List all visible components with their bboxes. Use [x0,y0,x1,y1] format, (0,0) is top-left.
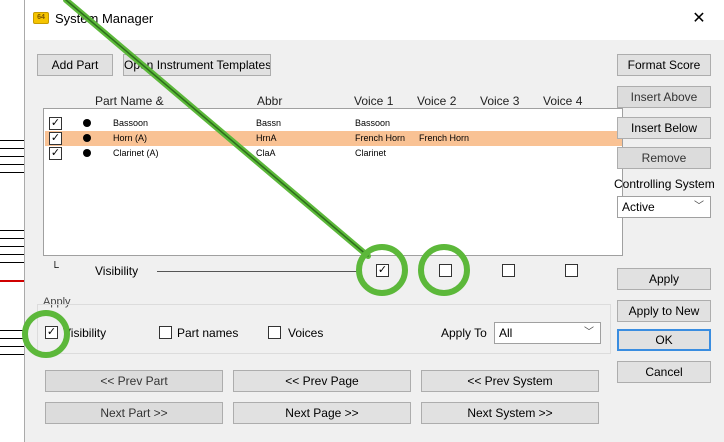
part-name: Horn (A) [113,133,148,143]
chevron-down-icon: ﹀ [584,327,594,338]
apply-visibility-checkbox[interactable]: ✓ [45,326,58,339]
apply-button[interactable]: Apply [617,268,711,290]
table-row[interactable]: ✓ Bassoon Bassn Bassoon [45,116,622,131]
close-icon[interactable]: ✕ [689,8,709,28]
prev-part-button[interactable]: << Prev Part [45,370,223,392]
bullet-icon [83,134,91,142]
controlling-system-value: Active [622,200,655,214]
next-system-button[interactable]: Next System >> [421,402,599,424]
apply-to-new-button[interactable]: Apply to New [617,300,711,322]
system-manager-dialog: 64 System Manager ✕ Add Part Open Instru… [24,0,724,442]
visibility-row-label: Visibility [95,264,139,278]
bullet-icon [83,119,91,127]
column-header-voice2: Voice 2 [417,94,457,108]
part-visible-checkbox[interactable]: ✓ [49,117,62,130]
column-header-voice3: Voice 3 [480,94,520,108]
part-voice2: French Horn [419,133,470,143]
visibility-divider [157,271,357,272]
apply-part-names-label: Part names [177,326,239,340]
apply-voices-checkbox[interactable] [268,326,281,339]
part-voice1: Bassoon [355,118,391,128]
remove-button[interactable]: Remove [617,147,711,169]
column-header-abbr: Abbr [257,94,283,108]
insert-below-button[interactable]: Insert Below [617,117,711,139]
ok-button[interactable]: OK [617,329,711,351]
voice3-visibility-checkbox[interactable] [502,264,515,277]
cancel-button[interactable]: Cancel [617,361,711,383]
title-bar: 64 System Manager ✕ [25,0,724,40]
part-visible-checkbox[interactable]: ✓ [49,132,62,145]
column-header-part-name: Part Name & [95,94,164,108]
part-abbr: Bassn [256,118,282,128]
table-row[interactable]: ✓ Clarinet (A) ClaA Clarinet [45,146,622,161]
next-page-button[interactable]: Next Page >> [233,402,411,424]
chevron-down-icon: ﹀ [694,201,704,212]
column-header-voice4: Voice 4 [543,94,583,108]
tree-corner-icon: └ [51,262,59,274]
format-score-button[interactable]: Format Score [617,54,711,76]
voice1-visibility-checkbox[interactable]: ✓ [376,264,389,277]
part-abbr: HrnA [256,133,277,143]
apply-to-select[interactable]: All ﹀ [494,322,601,344]
window-title: System Manager [55,11,154,26]
part-visible-checkbox[interactable]: ✓ [49,147,62,160]
insert-above-button[interactable]: Insert Above [617,86,711,108]
apply-to-value: All [499,326,513,340]
bullet-icon [83,149,91,157]
next-part-button[interactable]: Next Part >> [45,402,223,424]
open-instrument-templates-button[interactable]: Open Instrument Templates [123,54,271,76]
column-header-voice1: Voice 1 [354,94,394,108]
part-voice1: French Horn [355,133,406,143]
parts-list[interactable]: ✓ Bassoon Bassn Bassoon ✓ Horn (A) HrnA … [43,108,623,256]
sibelius-icon: 64 [33,12,49,24]
voice2-visibility-checkbox[interactable] [439,264,452,277]
prev-page-button[interactable]: << Prev Page [233,370,411,392]
part-name: Bassoon [113,118,149,128]
controlling-system-label: Controlling System [614,177,715,191]
part-voice1: Clarinet [355,148,387,158]
apply-voices-label: Voices [288,326,324,340]
part-abbr: ClaA [256,148,276,158]
part-name: Clarinet (A) [113,148,159,158]
add-part-button[interactable]: Add Part [37,54,113,76]
apply-visibility-label: Visibility [63,326,107,340]
table-row[interactable]: ✓ Horn (A) HrnA French Horn French Horn [45,131,622,146]
controlling-system-select[interactable]: Active ﹀ [617,196,711,218]
prev-system-button[interactable]: << Prev System [421,370,599,392]
apply-to-label: Apply To [441,326,487,340]
apply-part-names-checkbox[interactable] [159,326,172,339]
voice4-visibility-checkbox[interactable] [565,264,578,277]
